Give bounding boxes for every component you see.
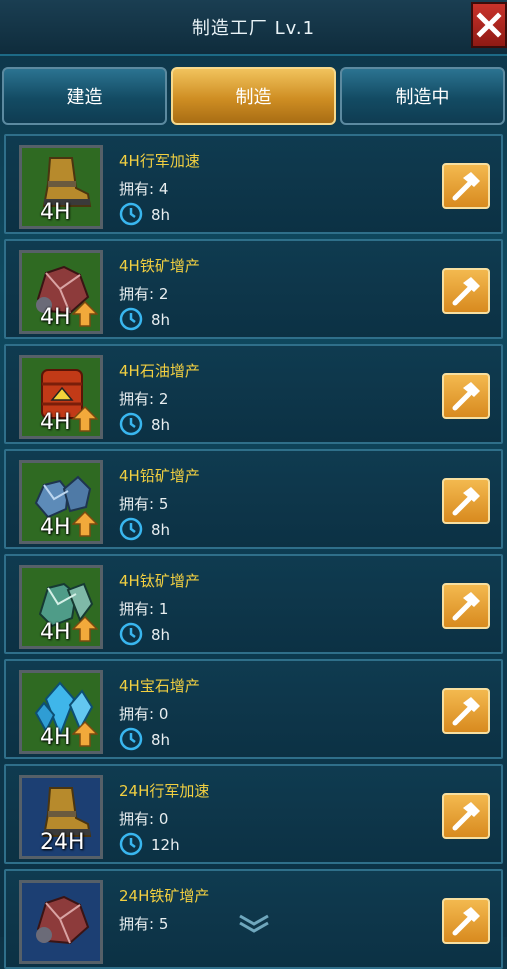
clock-icon <box>119 412 143 436</box>
hammer-icon <box>452 802 480 831</box>
owned-count: 拥有: 1 <box>119 600 169 618</box>
thumbnail-duration-label: 4H <box>40 620 71 645</box>
arrow-up-icon <box>72 720 98 747</box>
craft-time: 8h <box>151 311 171 329</box>
thumbnail-duration-label: 4H <box>40 515 71 540</box>
list-item[interactable]: 4H 4H石油增产 拥有: 2 8h <box>4 344 503 444</box>
craft-button[interactable] <box>442 898 490 944</box>
arrow-up-icon <box>72 510 98 537</box>
hammer-icon <box>452 487 480 516</box>
craft-time: 8h <box>151 626 171 644</box>
clock-icon <box>119 517 143 541</box>
craft-button[interactable] <box>442 793 490 839</box>
owned-count: 拥有: 0 <box>119 810 169 828</box>
craft-time: 8h <box>151 731 171 749</box>
item-name: 4H铅矿增产 <box>119 467 200 485</box>
hammer-icon <box>452 382 480 411</box>
tab-manufacture[interactable]: 制造 <box>171 67 336 125</box>
arrow-up-icon <box>72 300 98 327</box>
close-icon <box>476 12 502 38</box>
clock-icon <box>119 832 143 856</box>
page-title: 制造工厂 Lv.1 <box>191 18 316 39</box>
clock-icon <box>119 727 143 751</box>
list-item[interactable]: 4H 4H铅矿增产 拥有: 5 8h <box>4 449 503 549</box>
hammer-icon <box>452 907 480 936</box>
craft-time: 8h <box>151 521 171 539</box>
chevron-down-icon[interactable] <box>234 912 274 934</box>
item-thumbnail[interactable]: 4H <box>19 670 103 754</box>
craft-time: 12h <box>151 836 180 854</box>
hammer-icon <box>452 277 480 306</box>
arrow-up-icon <box>72 405 98 432</box>
item-name: 4H石油增产 <box>119 362 200 380</box>
item-thumbnail[interactable]: 4H <box>19 145 103 229</box>
close-button[interactable] <box>471 2 507 48</box>
owned-count: 拥有: 0 <box>119 705 169 723</box>
list-item[interactable]: 4H 4H铁矿增产 拥有: 2 8h <box>4 239 503 339</box>
clock-icon <box>119 622 143 646</box>
item-thumbnail[interactable]: 4H <box>19 250 103 334</box>
item-thumbnail[interactable]: 4H <box>19 460 103 544</box>
item-thumbnail[interactable]: 24H <box>19 775 103 859</box>
list-item[interactable]: 4H 4H钛矿增产 拥有: 1 8h <box>4 554 503 654</box>
list-item[interactable]: 4H 4H宝石增产 拥有: 0 8h <box>4 659 503 759</box>
craft-time: 8h <box>151 416 171 434</box>
hammer-icon <box>452 697 480 726</box>
list-item[interactable]: 24H 24H行军加速 拥有: 0 12h <box>4 764 503 864</box>
craft-button[interactable] <box>442 163 490 209</box>
tab-build[interactable]: 建造 <box>2 67 167 125</box>
clock-icon <box>119 307 143 331</box>
tab-bar: 建造 制造 制造中 <box>2 67 505 127</box>
tab-in-production[interactable]: 制造中 <box>340 67 505 125</box>
iron-ore-icon <box>36 895 90 945</box>
item-thumbnail[interactable] <box>19 880 103 964</box>
craft-button[interactable] <box>442 373 490 419</box>
item-name: 4H钛矿增产 <box>119 572 200 590</box>
thumbnail-duration-label: 4H <box>40 410 71 435</box>
craft-button[interactable] <box>442 478 490 524</box>
item-thumbnail[interactable]: 4H <box>19 565 103 649</box>
thumbnail-duration-label: 24H <box>40 830 85 855</box>
owned-count: 拥有: 5 <box>119 915 169 933</box>
item-name: 24H行军加速 <box>119 782 210 800</box>
item-name: 4H行军加速 <box>119 152 200 170</box>
thumbnail-duration-label: 4H <box>40 200 71 225</box>
hammer-icon <box>452 592 480 621</box>
header-bar: 制造工厂 Lv.1 <box>0 0 507 56</box>
list-item[interactable]: 4H 4H行军加速 拥有: 4 8h <box>4 134 503 234</box>
item-name: 24H铁矿增产 <box>119 887 210 905</box>
owned-count: 拥有: 2 <box>119 390 169 408</box>
arrow-up-icon <box>72 615 98 642</box>
craft-button[interactable] <box>442 268 490 314</box>
craft-time: 8h <box>151 206 171 224</box>
owned-count: 拥有: 2 <box>119 285 169 303</box>
thumbnail-duration-label: 4H <box>40 305 71 330</box>
clock-icon <box>119 202 143 226</box>
item-name: 4H铁矿增产 <box>119 257 200 275</box>
craft-button[interactable] <box>442 688 490 734</box>
owned-count: 拥有: 4 <box>119 180 169 198</box>
item-thumbnail[interactable]: 4H <box>19 355 103 439</box>
owned-count: 拥有: 5 <box>119 495 169 513</box>
item-name: 4H宝石增产 <box>119 677 200 695</box>
hammer-icon <box>452 172 480 201</box>
craft-button[interactable] <box>442 583 490 629</box>
thumbnail-duration-label: 4H <box>40 725 71 750</box>
